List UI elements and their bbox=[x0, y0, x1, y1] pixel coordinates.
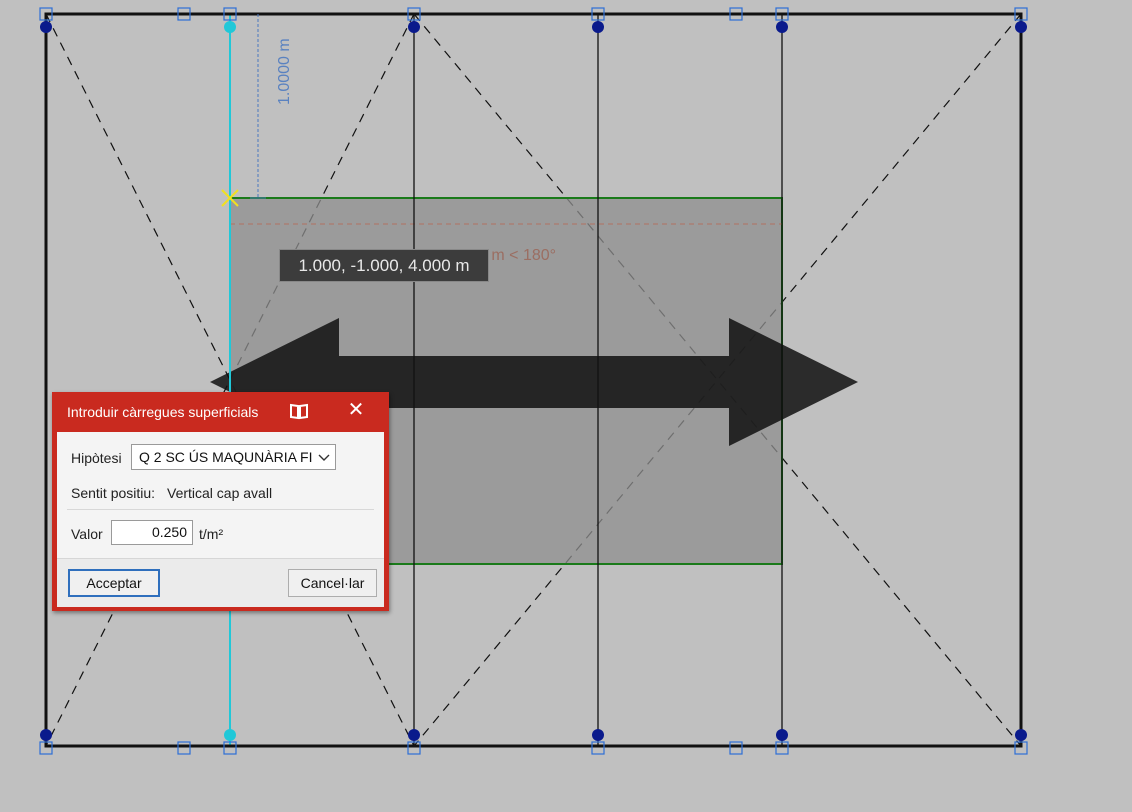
hypothesis-selected-value: Q 2 SC ÚS MAQUNÀRIA FI bbox=[139, 449, 313, 465]
dialog-footer: Acceptar Cancel·lar bbox=[57, 558, 384, 607]
value-label: Valor bbox=[71, 526, 103, 542]
hypothesis-select[interactable]: Q 2 SC ÚS MAQUNÀRIA FI bbox=[131, 444, 336, 470]
value-input[interactable]: 0.250 bbox=[111, 520, 193, 545]
vertical-dimension-label: 1.0000 m bbox=[276, 38, 293, 105]
hypothesis-label: Hipòtesi bbox=[71, 450, 122, 466]
accept-button[interactable]: Acceptar bbox=[68, 569, 160, 597]
surface-load-dialog: Introduir càrregues superficials ✕ Hipòt… bbox=[52, 392, 389, 611]
direction-value: Vertical cap avall bbox=[167, 485, 273, 501]
direction-label: Sentit positiu: bbox=[71, 485, 156, 501]
coordinate-tooltip: 1.000, -1.000, 4.000 m bbox=[279, 249, 489, 282]
chevron-down-icon[interactable] bbox=[318, 448, 330, 469]
cancel-button[interactable]: Cancel·lar bbox=[288, 569, 377, 597]
close-icon[interactable]: ✕ bbox=[345, 399, 367, 421]
separator bbox=[67, 509, 374, 510]
dialog-titlebar[interactable]: Introduir càrregues superficials ✕ bbox=[52, 392, 389, 432]
book-icon[interactable] bbox=[288, 401, 310, 421]
unit-label: t/m² bbox=[199, 526, 224, 542]
dialog-title: Introduir càrregues superficials bbox=[67, 404, 259, 420]
dialog-body: Hipòtesi Q 2 SC ÚS MAQUNÀRIA FI Sentit p… bbox=[57, 432, 384, 558]
